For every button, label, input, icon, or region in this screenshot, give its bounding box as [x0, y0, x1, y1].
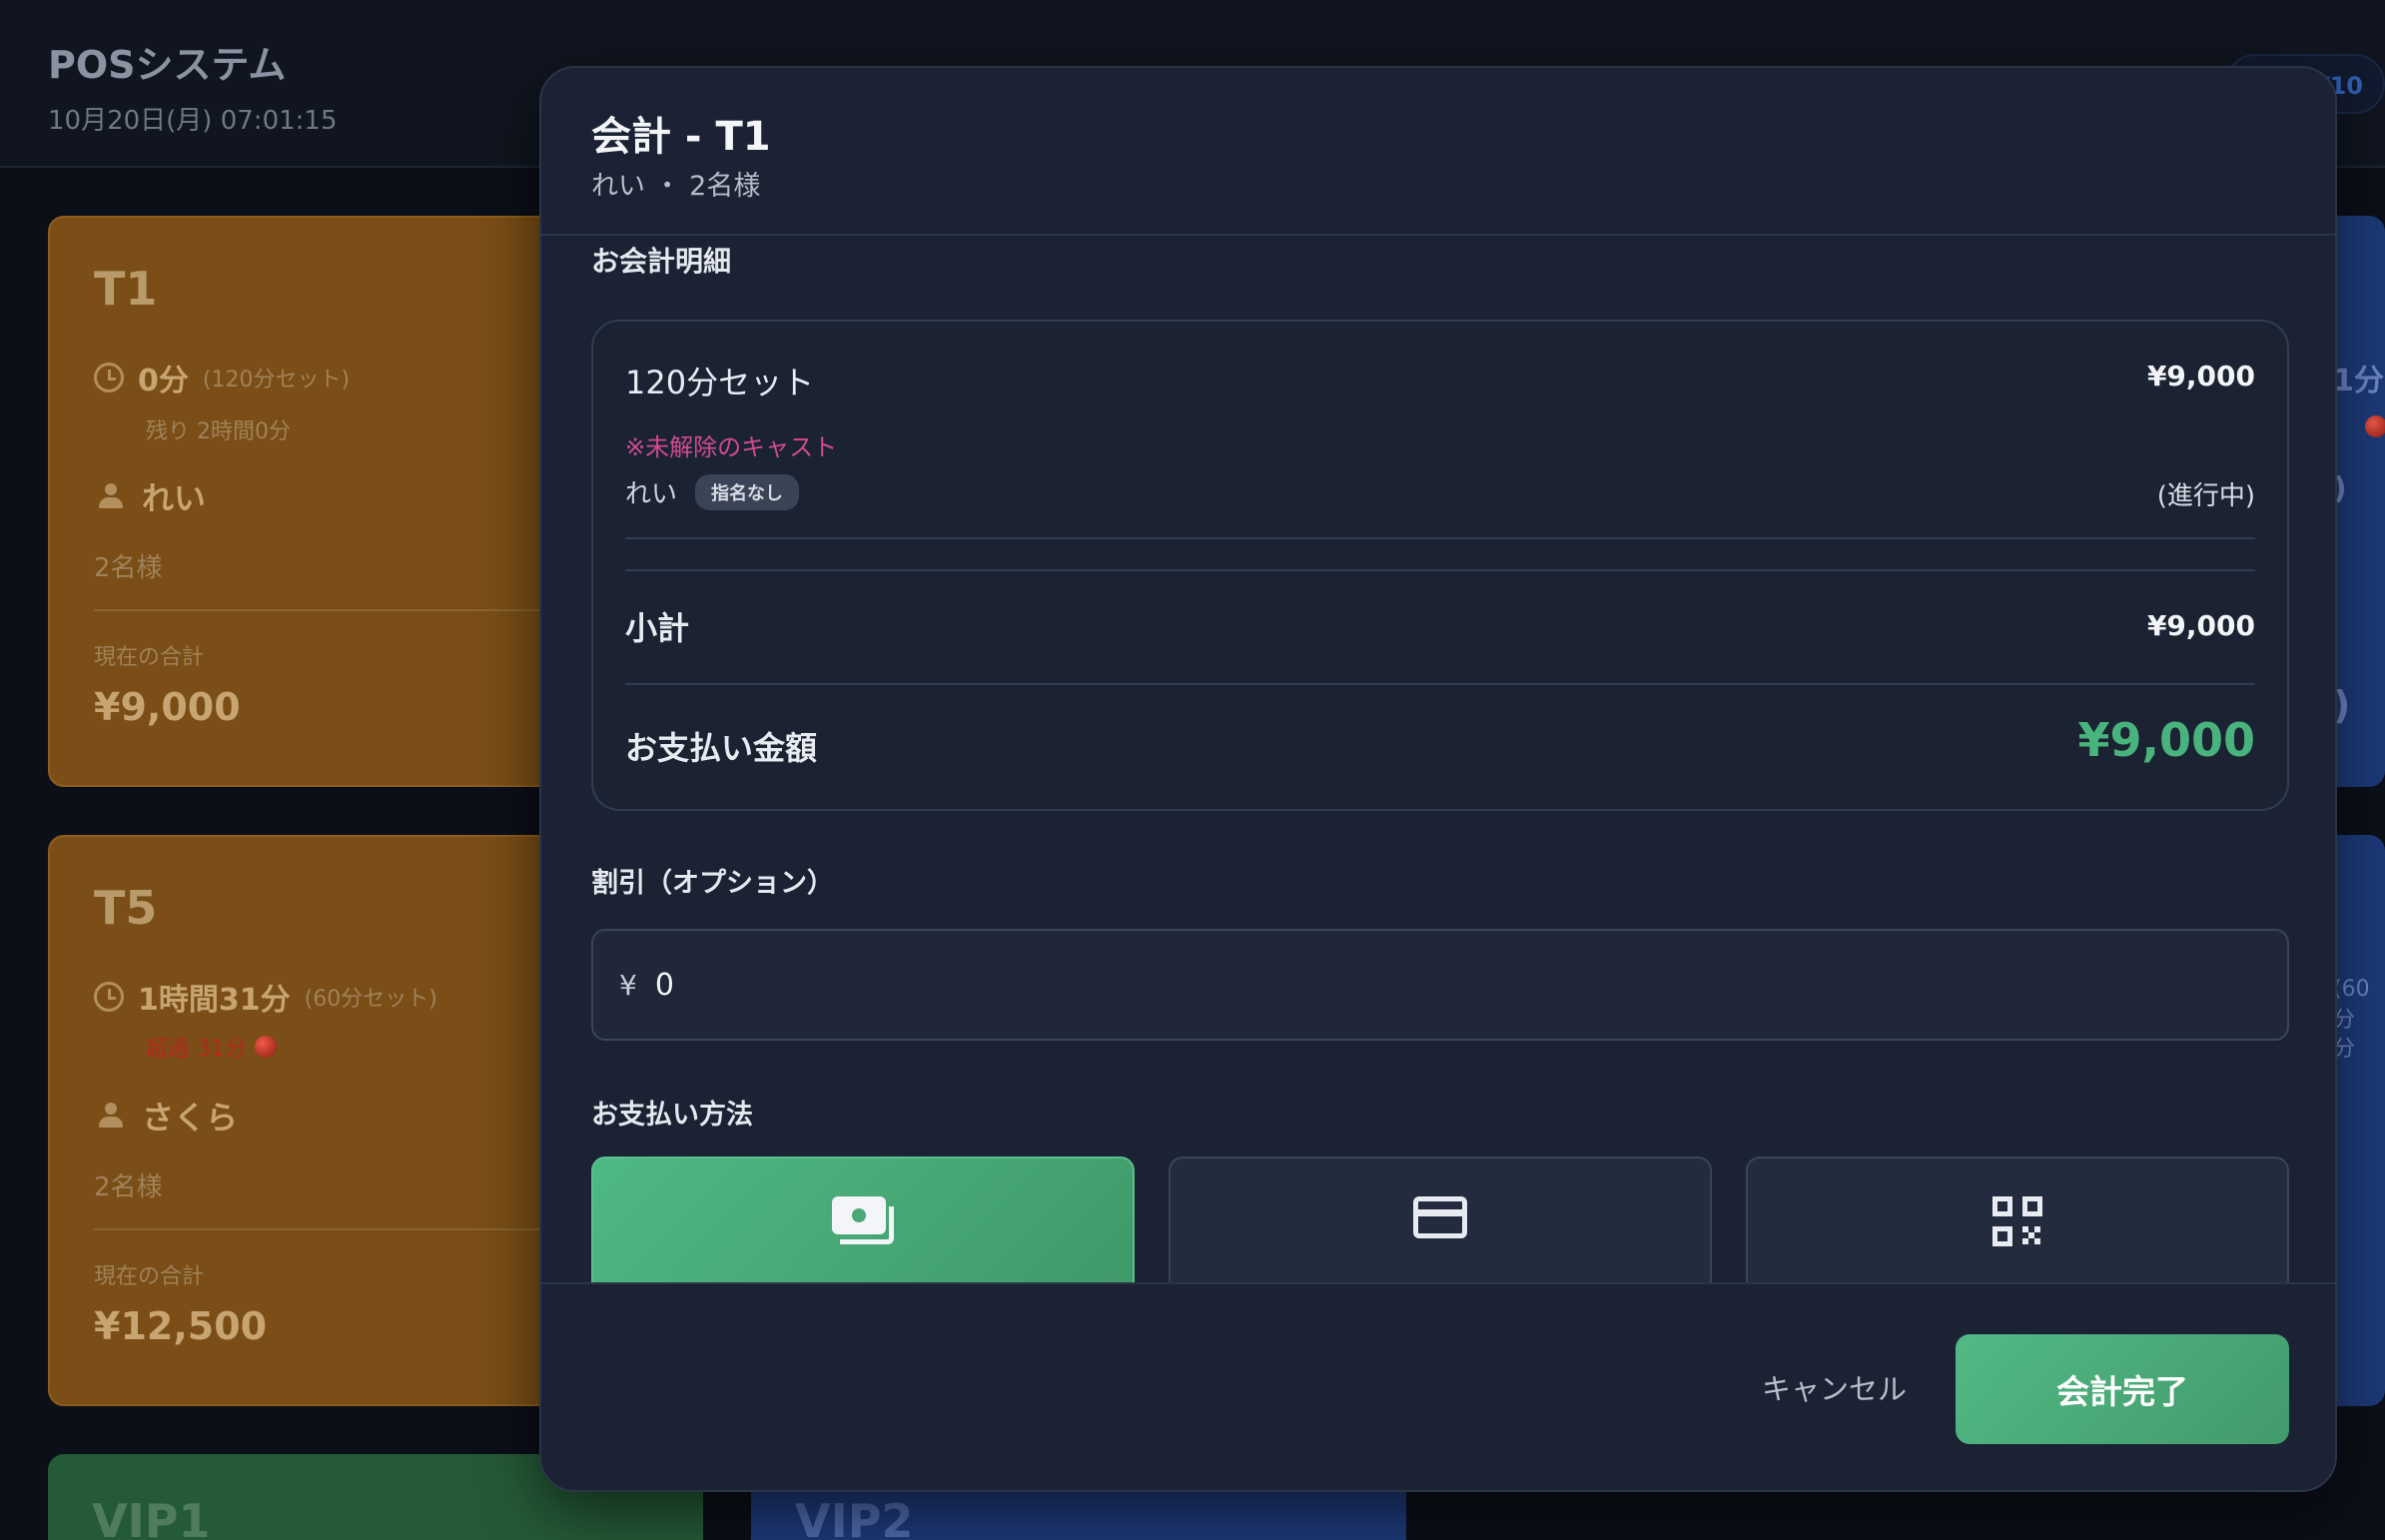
- total-label: 現在の合計: [94, 645, 205, 670]
- breakdown-label: お会計明細: [591, 245, 732, 278]
- qr-code-icon: [1992, 1196, 2042, 1246]
- unreleased-cast-note: ※未解除のキャスト: [625, 433, 838, 461]
- cast-row: れい: [98, 473, 206, 519]
- modal-title: 会計 - T1: [591, 114, 771, 160]
- person-icon: [98, 483, 124, 509]
- discount-label: 割引（オプション）: [591, 868, 834, 899]
- divider: [625, 537, 2255, 539]
- overtime-row: 超過 31分: [146, 1031, 277, 1063]
- cast-status: (進行中): [2156, 481, 2255, 511]
- table-name: T5: [94, 881, 158, 935]
- guest-count: 2名様: [94, 553, 163, 583]
- table-name: VIP1: [92, 1494, 211, 1540]
- divider: [625, 683, 2255, 685]
- subtotal-amount: ¥9,000: [2146, 609, 2255, 642]
- nomination-badge: 指名なし: [695, 473, 800, 510]
- cast-row: さくら: [98, 1093, 238, 1139]
- divider: [625, 569, 2255, 571]
- discount-input[interactable]: [654, 967, 2153, 1003]
- cancel-button[interactable]: キャンセル: [1762, 1366, 1907, 1408]
- current-datetime: 10月20日(月) 07:01:15: [48, 106, 338, 136]
- clock-icon: [94, 982, 124, 1012]
- remaining-time: 残り 2時間0分: [146, 419, 291, 444]
- cast-name: さくら: [142, 1099, 239, 1137]
- modal-footer: キャンセル 会計完了: [541, 1282, 2335, 1490]
- payment-method-label: お支払い方法: [591, 1100, 753, 1131]
- overtime-text: 超過 31分: [146, 1037, 247, 1062]
- elapsed-time: 1分: [2333, 364, 2384, 398]
- line-item-label: 120分セット: [625, 364, 815, 401]
- checkout-modal: 会計 - T1 れい ・ 2名様 お会計明細 120分セット ¥9,000 ※未…: [539, 66, 2337, 1492]
- set-plan: (120分セット): [202, 368, 351, 392]
- elapsed-time: 0分: [138, 364, 189, 398]
- cash-icon: [832, 1196, 894, 1244]
- person-icon: [98, 1103, 124, 1129]
- alert-dot-icon: [255, 1036, 277, 1058]
- table-name: T1: [94, 262, 158, 316]
- clock-icon: [94, 363, 124, 392]
- current-total: ¥12,500: [94, 1304, 268, 1348]
- modal-subtitle: れい ・ 2名様: [591, 171, 761, 202]
- elapsed-row: 1時間31分 (60分セット): [94, 975, 437, 1019]
- cast-name: れい: [625, 479, 678, 509]
- elapsed-time: 1時間31分: [138, 983, 291, 1018]
- bill-breakdown: 120分セット ¥9,000 ※未解除のキャスト れい 指名なし (進行中) 小…: [591, 320, 2289, 811]
- current-total: ¥9,000: [94, 685, 241, 729]
- yen-prefix: ¥: [619, 968, 637, 1002]
- subtotal-label: 小計: [625, 609, 690, 647]
- payment-total-amount: ¥9,000: [2077, 713, 2255, 767]
- complete-checkout-button[interactable]: 会計完了: [1956, 1334, 2289, 1444]
- guest-count: 2名様: [94, 1172, 163, 1202]
- cast-line: れい 指名なし: [625, 473, 800, 510]
- discount-field[interactable]: ¥: [591, 929, 2289, 1041]
- total-label: 現在の合計: [94, 1264, 205, 1289]
- app-title: POSシステム: [48, 43, 287, 87]
- set-plan: (60分セット): [304, 987, 437, 1012]
- alert-dot-icon: [2365, 415, 2385, 437]
- table-name: VIP2: [795, 1494, 914, 1540]
- credit-card-icon: [1413, 1196, 1467, 1238]
- line-item-amount: ¥9,000: [2146, 360, 2255, 392]
- modal-header: 会計 - T1 れい ・ 2名様: [541, 68, 2335, 236]
- set-plan: (60分: [2333, 977, 2370, 1033]
- payment-total-label: お支払い金額: [625, 729, 818, 767]
- elapsed-row: 0分 (120分セット): [94, 356, 350, 399]
- cast-name: れい: [142, 479, 207, 517]
